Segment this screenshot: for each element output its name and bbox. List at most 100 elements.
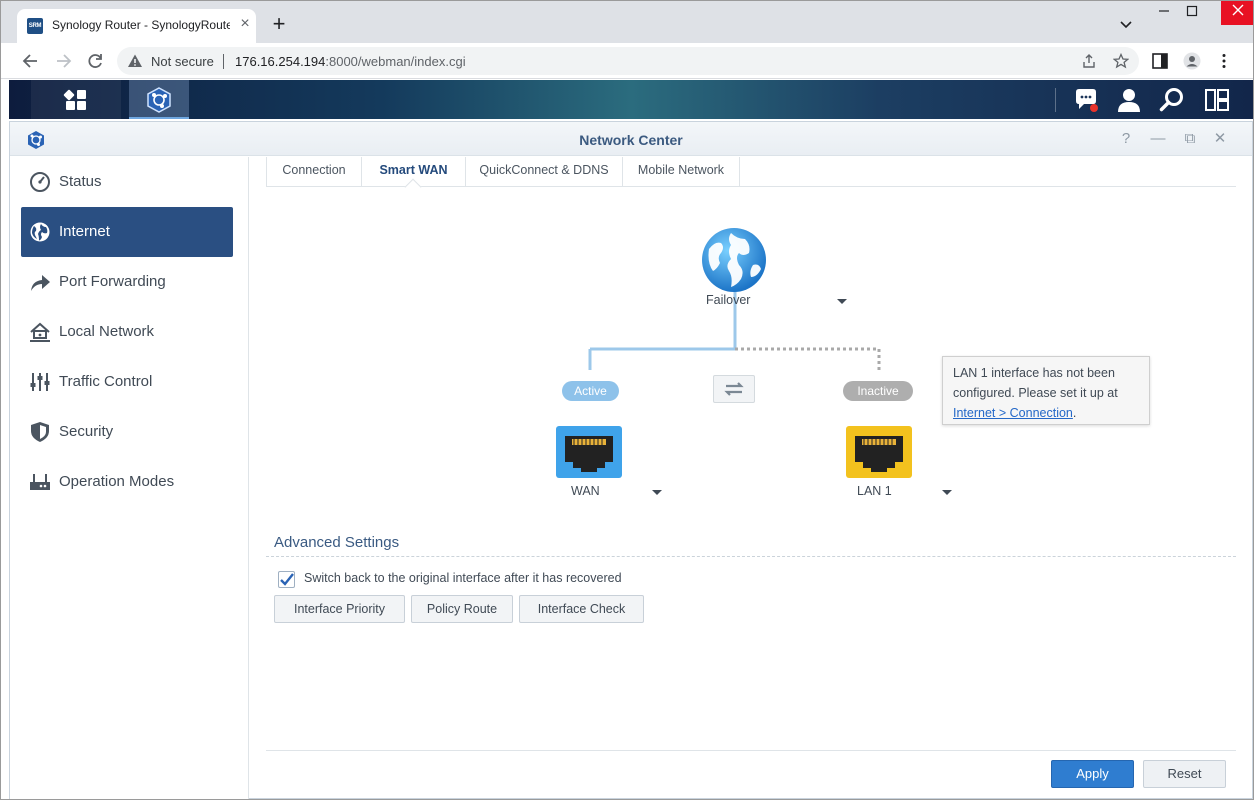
swap-arrows-icon — [724, 382, 744, 396]
lan1-warning-tooltip: LAN 1 interface has not been configured.… — [942, 356, 1150, 425]
sidebar-item-port-forwarding[interactable]: Port Forwarding — [21, 257, 233, 307]
close-button[interactable]: ✕ — [1210, 129, 1230, 149]
sidebar-item-operation-modes[interactable]: Operation Modes — [21, 457, 233, 507]
close-tab-icon[interactable]: × — [236, 15, 254, 33]
lan1-port-icon[interactable] — [846, 426, 912, 478]
sidebar: Status Internet Port Forwarding Local Ne… — [10, 157, 249, 799]
tab-quickconnect-ddns[interactable]: QuickConnect & DDNS — [466, 157, 623, 187]
address-bar[interactable]: Not secure 176.16.254.194:8000/webman/in… — [117, 47, 1139, 75]
browser-tab-title: Synology Router - SynologyRouter — [52, 18, 230, 32]
chevron-down-icon[interactable] — [1117, 15, 1135, 33]
sidebar-item-label: Status — [59, 173, 102, 190]
close-icon — [1232, 4, 1244, 16]
sliders-icon — [30, 373, 50, 391]
network-center-window: Network Center ? — ⧉ ✕ Status Internet P… — [9, 121, 1253, 799]
side-panel-icon[interactable] — [1151, 52, 1169, 70]
network-center-icon — [147, 87, 171, 113]
security-status-label[interactable]: Not secure — [151, 54, 214, 69]
maximize-window-button[interactable] — [1177, 5, 1207, 23]
sidebar-item-label: Traffic Control — [59, 373, 153, 390]
browser-tab-strip: SRM Synology Router - SynologyRouter × + — [1, 1, 1253, 43]
failover-mode-label: Failover — [706, 293, 751, 307]
policy-route-button[interactable]: Policy Route — [411, 595, 513, 623]
taskbar-separator — [1055, 88, 1056, 112]
content-panel: Connection Smart WAN QuickConnect & DDNS… — [266, 157, 1236, 757]
widgets-icon[interactable] — [1204, 87, 1230, 113]
help-button[interactable]: ? — [1116, 129, 1136, 149]
apply-button[interactable]: Apply — [1051, 760, 1134, 788]
close-window-button[interactable] — [1221, 1, 1253, 25]
sidebar-item-label: Port Forwarding — [59, 273, 166, 290]
url-host: 176.16.254.194 — [235, 54, 326, 69]
switch-back-label[interactable]: Switch back to the original interface af… — [304, 571, 622, 585]
shield-icon — [31, 422, 49, 442]
window-title: Network Center — [579, 132, 683, 148]
share-icon[interactable] — [1081, 53, 1097, 69]
forward-arrow-icon[interactable] — [53, 51, 73, 71]
failover-dropdown-caret-icon[interactable] — [837, 299, 847, 304]
tab-connection[interactable]: Connection — [266, 157, 362, 187]
profile-avatar-icon[interactable] — [1183, 52, 1201, 70]
tooltip-text: LAN 1 interface has not been configured.… — [953, 366, 1118, 400]
minimize-window-button[interactable] — [1149, 5, 1179, 23]
back-arrow-icon[interactable] — [21, 51, 41, 71]
footer-divider — [266, 750, 1236, 751]
url-path: :8000/webman/index.cgi — [325, 54, 466, 69]
warning-triangle-icon[interactable] — [127, 53, 143, 69]
sidebar-item-traffic-control[interactable]: Traffic Control — [21, 357, 233, 407]
reset-button[interactable]: Reset — [1143, 760, 1226, 788]
globe-icon — [30, 222, 50, 242]
sidebar-item-label: Internet — [59, 223, 110, 240]
sidebar-item-internet[interactable]: Internet — [21, 207, 233, 257]
minimize-icon — [1159, 10, 1169, 12]
lan1-label: LAN 1 — [857, 484, 892, 498]
new-tab-button[interactable]: + — [267, 13, 291, 37]
sidebar-item-status[interactable]: Status — [21, 157, 233, 207]
maximize-icon — [1186, 5, 1198, 17]
advanced-settings-title: Advanced Settings — [274, 534, 400, 551]
active-status-pill: Active — [562, 381, 619, 401]
wan-port-icon[interactable] — [556, 426, 622, 478]
ethernet-port-icon — [855, 436, 903, 472]
network-center-taskbar-button[interactable] — [129, 80, 189, 119]
browser-window: SRM Synology Router - SynologyRouter × +… — [0, 0, 1254, 800]
swap-interfaces-button[interactable] — [713, 375, 755, 403]
checkmark-icon — [280, 573, 294, 586]
wan-dropdown-caret-icon[interactable] — [652, 490, 662, 495]
main-menu-grid-icon — [63, 89, 86, 110]
address-separator — [223, 54, 224, 69]
more-options-icon[interactable] — [1215, 52, 1233, 70]
restore-button[interactable]: ⧉ — [1180, 129, 1200, 149]
tooltip-end: . — [1072, 406, 1077, 420]
lan1-dropdown-caret-icon[interactable] — [942, 490, 952, 495]
interface-priority-button[interactable]: Interface Priority — [274, 595, 405, 623]
forward-arrow-icon — [31, 275, 50, 291]
tab-mobile-network[interactable]: Mobile Network — [623, 157, 740, 187]
interface-check-button[interactable]: Interface Check — [519, 595, 644, 623]
ethernet-port-icon — [565, 436, 613, 472]
window-header[interactable]: Network Center ? — ⧉ ✕ — [10, 122, 1252, 156]
notifications-chat-icon[interactable] — [1073, 87, 1099, 113]
smart-wan-diagram: Failover Active Inactive WAN LAN 1 LAN 1… — [266, 187, 1236, 527]
browser-tab[interactable]: SRM Synology Router - SynologyRouter × — [17, 9, 256, 43]
inactive-status-pill: Inactive — [843, 381, 913, 401]
sidebar-item-label: Operation Modes — [59, 473, 175, 490]
sidebar-item-security[interactable]: Security — [21, 407, 233, 457]
search-icon[interactable] — [1159, 87, 1185, 113]
home-network-icon — [30, 322, 50, 342]
sidebar-item-local-network[interactable]: Local Network — [21, 307, 233, 357]
main-menu-button[interactable] — [31, 80, 121, 119]
srm-taskbar — [9, 80, 1253, 119]
internet-connection-link[interactable]: Internet > Connection — [953, 406, 1073, 420]
reload-icon[interactable] — [85, 51, 105, 71]
browser-toolbar: Not secure 176.16.254.194:8000/webman/in… — [1, 43, 1253, 79]
switch-back-checkbox[interactable] — [278, 571, 295, 588]
user-account-icon[interactable] — [1116, 87, 1142, 113]
url-text[interactable]: 176.16.254.194:8000/webman/index.cgi — [235, 54, 466, 69]
minimize-button[interactable]: — — [1148, 129, 1168, 149]
star-bookmark-icon[interactable] — [1113, 53, 1129, 69]
tab-bar: Connection Smart WAN QuickConnect & DDNS… — [266, 157, 1236, 196]
srm-favicon-icon: SRM — [27, 18, 43, 34]
gauge-icon — [30, 172, 50, 192]
internet-globe-icon — [702, 228, 766, 292]
